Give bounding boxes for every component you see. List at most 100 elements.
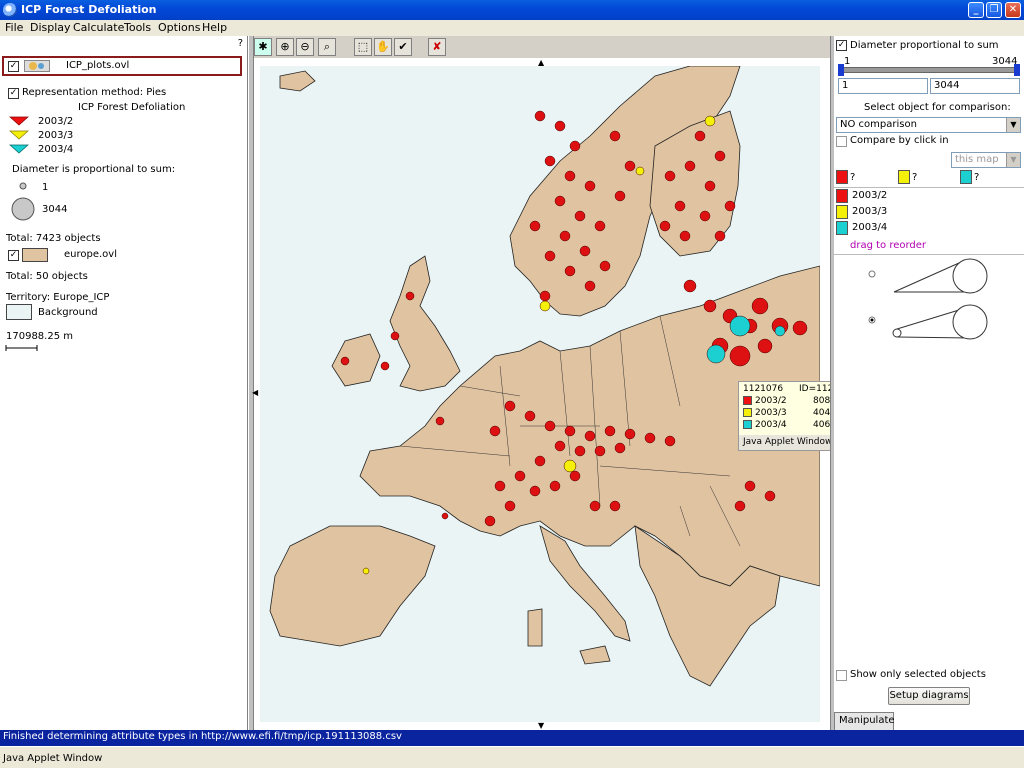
window-title: ICP Forest Defoliation	[21, 3, 157, 16]
select-label: Select object for comparison:	[864, 102, 1011, 113]
order-swatch[interactable]	[836, 221, 848, 235]
slider-min-label: 1	[844, 56, 851, 67]
compare-swatch	[898, 170, 910, 184]
order-item-label[interactable]: 2003/2	[852, 190, 887, 201]
compare-mark: ?	[850, 172, 856, 183]
tooltip-value: 808	[813, 396, 831, 406]
minimize-button[interactable]: _	[968, 2, 984, 18]
map-canvas	[269, 66, 820, 687]
zoom-out-icon[interactable]: ⊖	[296, 38, 314, 56]
shape-radio-1[interactable]	[868, 270, 876, 278]
close-button[interactable]: ✕	[1005, 2, 1021, 18]
compare-mark: ?	[912, 172, 918, 183]
tooltip-row: 2003/2 808	[743, 396, 830, 408]
region-ireland	[331, 333, 381, 387]
java-app-icon	[3, 3, 17, 17]
comparison-select[interactable]: NO comparison ▼	[836, 117, 1021, 133]
layer-icp-icon	[24, 60, 50, 72]
menu-display[interactable]: Display	[30, 21, 71, 34]
tooltip-row: 2003/3 404	[743, 408, 830, 420]
order-swatch[interactable]	[836, 205, 848, 219]
territory-label: Territory: Europe_ICP	[6, 292, 110, 303]
pan-west-arrow[interactable]: ◀	[252, 388, 258, 397]
tooltip-value: 406	[813, 420, 831, 430]
drag-hint: drag to reorder	[850, 240, 927, 251]
layer-europe-name: europe.ovl	[64, 249, 117, 260]
status-bar: Finished determining attribute types in …	[0, 730, 1024, 746]
class-label: 2003/3	[38, 130, 74, 141]
size-min-label: 1	[42, 182, 49, 193]
pie-class-icons	[9, 116, 29, 154]
tooltip-class-label: 2003/2	[755, 396, 787, 406]
map-toolbar: ✱ ⊕ ⊖ ⌕ ⬚ ✋ ✔ ✘	[254, 36, 830, 58]
order-swatch[interactable]	[836, 189, 848, 203]
menu-calculate[interactable]: Calculate	[73, 21, 124, 34]
order-item-label[interactable]: 2003/4	[852, 222, 887, 233]
menu-help[interactable]: Help	[202, 21, 227, 34]
min-value-input[interactable]: 1	[838, 78, 928, 94]
globe-zoom-icon[interactable]: ✱	[254, 38, 272, 56]
pan-south-arrow[interactable]: ▼	[538, 721, 544, 730]
find-icon[interactable]: ⌕	[318, 38, 336, 56]
max-value-input[interactable]: 3044	[930, 78, 1020, 94]
map-title: ICP Forest Defoliation	[78, 102, 186, 113]
menu-file[interactable]: File	[5, 21, 23, 34]
compare-click-label: Compare by click in	[850, 135, 949, 146]
tooltip-row: 2003/4 406	[743, 420, 830, 432]
slider-min-thumb[interactable]	[838, 64, 844, 76]
diameter-checkbox[interactable]: ✓	[836, 40, 847, 51]
layer-icp-name: ICP_plots.ovl	[66, 60, 130, 71]
compare-click-checkbox[interactable]	[836, 136, 847, 147]
class-label: 2003/2	[38, 116, 74, 127]
background-label: Background	[38, 307, 98, 318]
title-bar: ICP Forest Defoliation _ ❐ ✕	[0, 0, 1024, 20]
class-label: 2003/4	[38, 144, 74, 155]
show-selected-checkbox[interactable]	[836, 670, 847, 681]
menu-options[interactable]: Options	[158, 21, 200, 34]
representation-checkbox[interactable]: ✓	[8, 88, 19, 99]
menu-tools[interactable]: Tools	[124, 21, 151, 34]
help-button[interactable]: ?	[238, 38, 243, 49]
menu-bar: File Display Calculate Tools Options Hel…	[0, 20, 1024, 36]
chevron-down-icon: ▼	[1006, 153, 1020, 167]
region-sardinia	[527, 608, 543, 647]
tooltip-class-label: 2003/3	[755, 408, 787, 418]
setup-diagrams-button[interactable]: Setup diagrams	[888, 687, 970, 705]
tooltip-header: 1121076 ID=1121076	[743, 384, 856, 396]
show-selected-label: Show only selected objects	[850, 669, 986, 680]
tooltip-class-label: 2003/4	[755, 420, 787, 430]
tab-manipulate[interactable]: Manipulate	[834, 712, 895, 730]
total-countries: Total: 50 objects	[6, 271, 88, 282]
zoom-in-icon[interactable]: ⊕	[276, 38, 294, 56]
slider-max-thumb[interactable]	[1014, 64, 1020, 76]
confirm-icon[interactable]: ✔	[394, 38, 412, 56]
this-map-value: this map	[955, 154, 999, 165]
select-rect-icon[interactable]: ⬚	[354, 38, 372, 56]
diameter-note: Diameter is proportional to sum:	[12, 164, 176, 175]
region-great-britain	[389, 255, 461, 392]
maximize-button[interactable]: ❐	[986, 2, 1002, 18]
range-slider[interactable]	[840, 67, 1018, 73]
pan-hand-icon[interactable]: ✋	[374, 38, 392, 56]
cancel-icon[interactable]: ✘	[428, 38, 446, 56]
region-sicily	[579, 645, 611, 665]
this-map-select[interactable]: this map ▼	[951, 152, 1021, 168]
background-swatch	[6, 304, 32, 320]
diameter-label: Diameter proportional to sum	[850, 40, 999, 51]
representation-label: Representation method: Pies	[22, 87, 167, 98]
comparison-value: NO comparison	[840, 119, 917, 130]
europe-map[interactable]	[260, 66, 820, 722]
layer-icp-plots[interactable]: ✓ ICP_plots.ovl	[2, 56, 242, 76]
diagram-shape-options	[868, 258, 988, 340]
class-swatch	[743, 408, 752, 417]
tooltip-value: 404	[813, 408, 831, 418]
compare-swatch	[836, 170, 848, 184]
region-iberia	[269, 525, 436, 647]
size-legend-circles	[11, 182, 35, 221]
chevron-down-icon: ▼	[1006, 118, 1020, 132]
scale-bar	[5, 345, 38, 351]
layer-europe-checkbox[interactable]: ✓	[8, 250, 19, 261]
class-swatch	[743, 396, 752, 405]
layer-icp-checkbox[interactable]: ✓	[8, 61, 19, 72]
order-item-label[interactable]: 2003/3	[852, 206, 887, 217]
